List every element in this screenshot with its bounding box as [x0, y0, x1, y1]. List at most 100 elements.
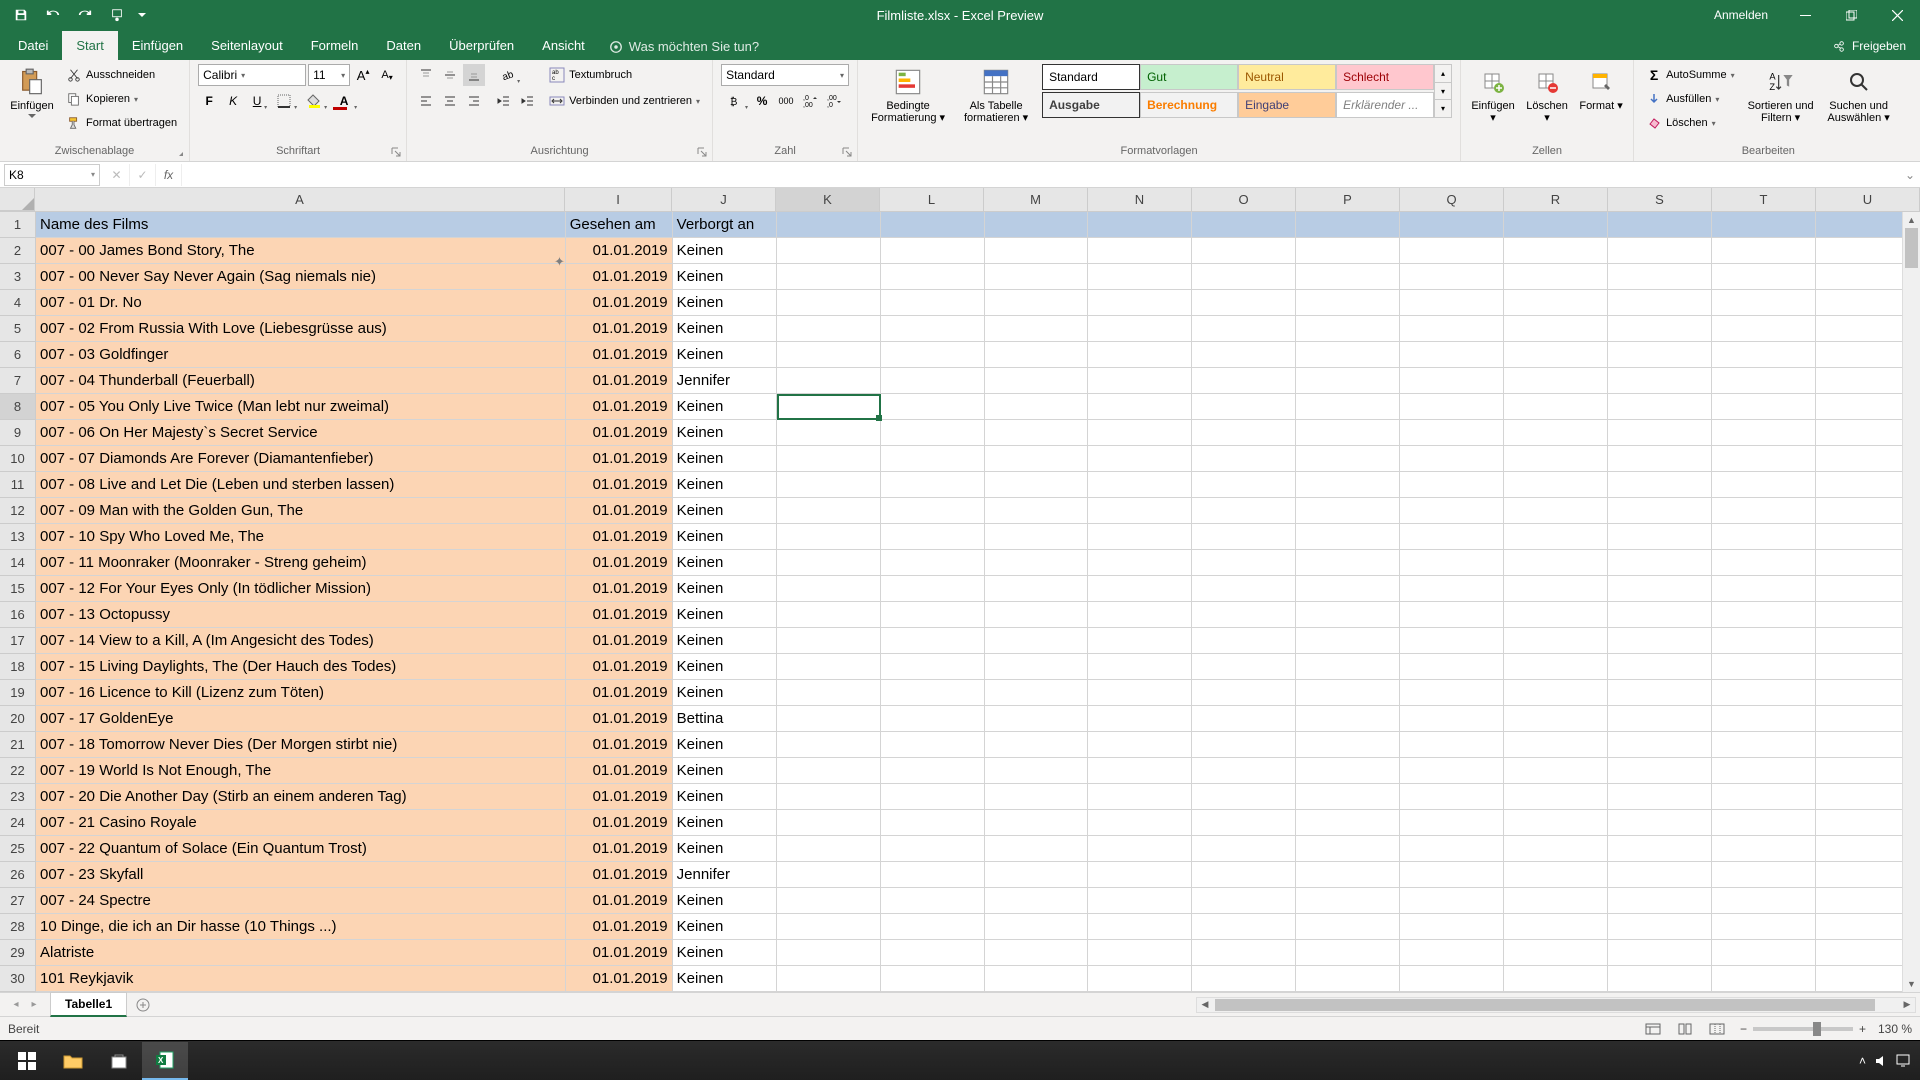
cell[interactable] — [881, 342, 985, 368]
cell[interactable]: Keinen — [673, 680, 777, 706]
column-header[interactable]: N — [1088, 188, 1192, 211]
cell[interactable] — [1400, 706, 1504, 732]
cell[interactable] — [881, 472, 985, 498]
cell[interactable]: 01.01.2019 — [566, 446, 673, 472]
autosum-button[interactable]: ΣAutoSumme ▾ — [1642, 64, 1739, 86]
cell[interactable]: Keinen — [673, 602, 777, 628]
cell[interactable]: 01.01.2019 — [566, 758, 673, 784]
cell[interactable] — [777, 888, 881, 914]
row-header[interactable]: 30 — [0, 966, 36, 992]
tab-start[interactable]: Start — [62, 31, 117, 60]
horizontal-scrollbar[interactable]: ◀ ▶ — [1196, 997, 1916, 1013]
cell[interactable] — [1088, 498, 1192, 524]
cell[interactable] — [1192, 836, 1296, 862]
cell-style-schlecht[interactable]: Schlecht — [1336, 64, 1434, 90]
cell[interactable] — [1296, 316, 1400, 342]
cell[interactable] — [1712, 836, 1816, 862]
cell[interactable] — [1504, 524, 1608, 550]
comma-icon[interactable]: 000 — [775, 90, 797, 112]
header-cell[interactable]: Name des Films — [36, 212, 566, 238]
cell[interactable] — [881, 706, 985, 732]
cell[interactable]: Keinen — [673, 836, 777, 862]
cell[interactable] — [1088, 316, 1192, 342]
cell[interactable]: Keinen — [673, 550, 777, 576]
find-select-button[interactable]: Suchen und Auswählen ▾ — [1823, 64, 1895, 126]
font-name-combo[interactable]: Calibri▾ — [198, 64, 306, 86]
cell[interactable] — [1192, 706, 1296, 732]
cell[interactable] — [1088, 264, 1192, 290]
cell[interactable] — [1608, 472, 1712, 498]
cell[interactable] — [777, 524, 881, 550]
cell[interactable] — [1296, 680, 1400, 706]
cell[interactable] — [1192, 394, 1296, 420]
cell[interactable] — [985, 498, 1089, 524]
cell[interactable] — [1400, 420, 1504, 446]
insert-cells-button[interactable]: Einfügen ▾ — [1469, 64, 1517, 126]
cell[interactable]: 01.01.2019 — [566, 888, 673, 914]
cell[interactable] — [881, 446, 985, 472]
cell[interactable] — [1608, 628, 1712, 654]
cell[interactable] — [1296, 706, 1400, 732]
cell[interactable]: Keinen — [673, 888, 777, 914]
cell[interactable] — [881, 628, 985, 654]
cell[interactable]: 01.01.2019 — [566, 420, 673, 446]
maximize-button[interactable] — [1828, 0, 1874, 30]
select-all-corner[interactable] — [0, 188, 35, 211]
row-header[interactable]: 29 — [0, 940, 36, 966]
percent-icon[interactable]: % — [751, 90, 773, 112]
cell[interactable] — [1088, 862, 1192, 888]
cell[interactable] — [881, 524, 985, 550]
cell[interactable] — [985, 394, 1089, 420]
cell[interactable]: 01.01.2019 — [566, 550, 673, 576]
cell[interactable] — [1400, 368, 1504, 394]
copy-button[interactable]: Kopieren ▾ — [62, 88, 181, 110]
cell[interactable] — [985, 290, 1089, 316]
minimize-button[interactable] — [1782, 0, 1828, 30]
cell[interactable] — [1504, 810, 1608, 836]
cell[interactable] — [1608, 888, 1712, 914]
cell[interactable] — [1504, 290, 1608, 316]
cell[interactable] — [1296, 836, 1400, 862]
cell[interactable] — [1504, 576, 1608, 602]
row-header[interactable]: 27 — [0, 888, 36, 914]
clear-button[interactable]: Löschen ▾ — [1642, 112, 1739, 134]
cell[interactable]: 007 - 16 Licence to Kill (Lizenz zum Töt… — [36, 680, 566, 706]
cell[interactable] — [1712, 576, 1816, 602]
column-header[interactable]: T — [1712, 188, 1816, 211]
cell[interactable] — [1712, 394, 1816, 420]
cell[interactable] — [1400, 654, 1504, 680]
cell[interactable] — [777, 472, 881, 498]
borders-icon[interactable]: ▾ — [270, 90, 298, 112]
cell[interactable] — [1088, 888, 1192, 914]
cell[interactable] — [985, 862, 1089, 888]
cell[interactable] — [881, 914, 985, 940]
cell[interactable] — [881, 732, 985, 758]
page-layout-view-icon[interactable] — [1670, 1019, 1700, 1039]
cell[interactable] — [1088, 524, 1192, 550]
cell[interactable] — [1296, 628, 1400, 654]
cell[interactable]: 007 - 23 Skyfall — [36, 862, 566, 888]
scroll-down-icon[interactable]: ▼ — [1903, 976, 1920, 992]
cell[interactable] — [1192, 862, 1296, 888]
cell[interactable] — [1608, 498, 1712, 524]
fill-color-icon[interactable]: ▾ — [300, 90, 328, 112]
cell[interactable] — [1296, 966, 1400, 992]
cell[interactable] — [1088, 758, 1192, 784]
cell[interactable] — [1608, 862, 1712, 888]
format-as-table-button[interactable]: Als Tabelle formatieren ▾ — [956, 64, 1036, 126]
cell[interactable] — [1504, 316, 1608, 342]
cell[interactable] — [777, 446, 881, 472]
cell[interactable]: 01.01.2019 — [566, 680, 673, 706]
cell[interactable]: 01.01.2019 — [566, 914, 673, 940]
cell[interactable] — [1192, 238, 1296, 264]
cell[interactable] — [985, 524, 1089, 550]
style-gallery-scroll[interactable]: ▴▾▾ — [1434, 64, 1452, 118]
cell-style-ausgabe[interactable]: Ausgabe — [1042, 92, 1140, 118]
row-header[interactable]: 15 — [0, 576, 36, 602]
row-header[interactable]: 16 — [0, 602, 36, 628]
column-header[interactable]: I — [565, 188, 672, 211]
cell[interactable]: 007 - 10 Spy Who Loved Me, The — [36, 524, 566, 550]
column-header[interactable]: J — [672, 188, 776, 211]
decrease-decimal-icon[interactable]: ,00,0 — [823, 90, 845, 112]
cell[interactable] — [1608, 550, 1712, 576]
